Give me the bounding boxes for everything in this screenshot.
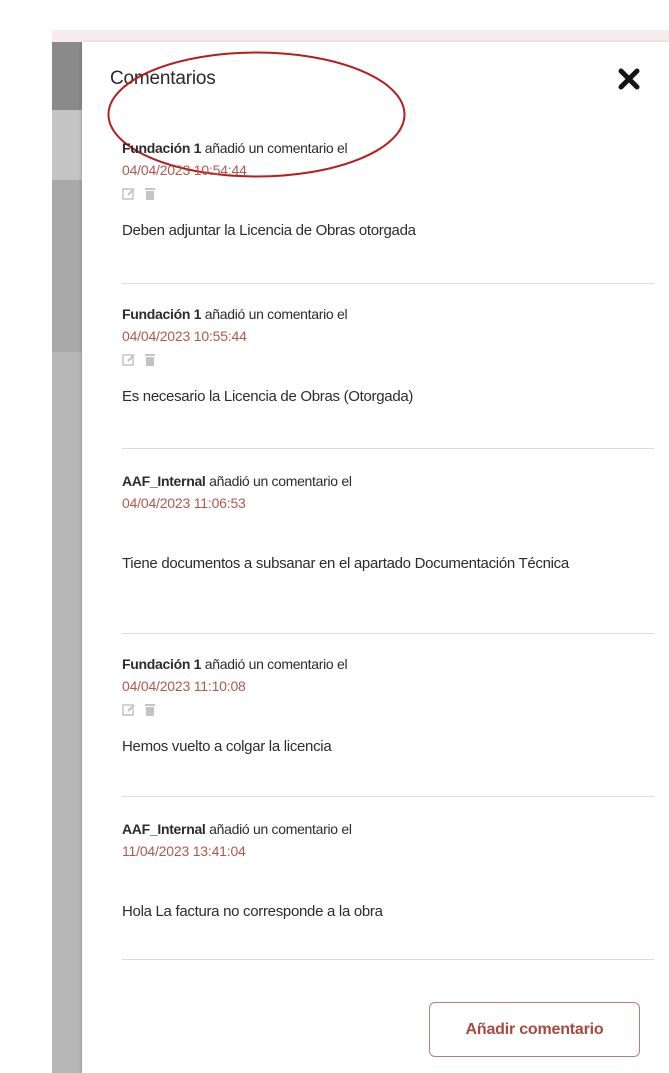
comment-text: Hola La factura no corresponde a la obra	[122, 903, 383, 920]
edit-icon[interactable]	[122, 187, 136, 200]
comment-author: Fundación 1	[122, 306, 202, 322]
comment-text: Deben adjuntar la Licencia de Obras otor…	[122, 222, 416, 239]
comment-item: AAF_Internal añadió un comentario el 11/…	[122, 797, 654, 960]
edit-icon[interactable]	[122, 703, 136, 716]
comment-actions	[122, 865, 654, 883]
comment-text: Tiene documentos a subsanar en el aparta…	[122, 555, 569, 572]
comment-list: Fundación 1 añadió un comentario el 04/0…	[122, 138, 654, 960]
close-x-icon	[618, 68, 640, 90]
panel-title: Comentarios	[110, 68, 216, 89]
comment-author: AAF_Internal	[122, 821, 206, 837]
comment-item: Fundación 1 añadió un comentario el 04/0…	[122, 634, 654, 797]
comment-author: Fundación 1	[122, 656, 202, 672]
comment-action-text: añadió un comentario el	[209, 473, 352, 489]
comment-item: Fundación 1 añadió un comentario el 04/0…	[122, 284, 654, 449]
comment-author: AAF_Internal	[122, 473, 206, 489]
comment-item: Fundación 1 añadió un comentario el 04/0…	[122, 138, 654, 284]
comment-header: Fundación 1 añadió un comentario el	[122, 138, 654, 158]
comment-author: Fundación 1	[122, 140, 202, 156]
comment-header: Fundación 1 añadió un comentario el	[122, 654, 654, 674]
comment-action-text: añadió un comentario el	[204, 656, 348, 672]
comment-header: Fundación 1 añadió un comentario el	[122, 304, 654, 324]
comment-item: AAF_Internal añadió un comentario el 04/…	[122, 449, 654, 634]
comment-date: 04/04/2023 11:06:53	[122, 495, 246, 511]
comment-text: Hemos vuelto a colgar la licencia	[122, 738, 332, 755]
trash-icon[interactable]	[144, 187, 156, 200]
comment-date: 04/04/2023 11:10:08	[122, 678, 246, 694]
comment-actions	[122, 350, 654, 368]
edit-icon[interactable]	[122, 353, 136, 366]
add-comment-button[interactable]: Añadir comentario	[429, 1002, 640, 1057]
comment-date: 04/04/2023 10:54:44	[122, 162, 247, 178]
page-top-strip	[0, 0, 669, 43]
comment-date: 04/04/2023 10:55:44	[122, 328, 247, 344]
trash-icon[interactable]	[144, 703, 156, 716]
comment-action-text: añadió un comentario el	[204, 306, 348, 322]
comment-action-text: añadió un comentario el	[209, 821, 352, 837]
comment-action-text: añadió un comentario el	[204, 140, 348, 156]
comment-date: 11/04/2023 13:41:04	[122, 843, 246, 859]
comment-header: AAF_Internal añadió un comentario el	[122, 471, 654, 491]
close-button[interactable]	[612, 62, 646, 96]
comment-actions	[122, 517, 654, 535]
comment-text: Es necesario la Licencia de Obras (Otorg…	[122, 388, 414, 405]
comments-panel: Comentarios Fundación 1 añadió un coment…	[82, 42, 669, 1073]
comment-header: AAF_Internal añadió un comentario el	[122, 819, 654, 839]
background-page-overlay	[52, 42, 82, 1073]
comment-actions	[122, 184, 654, 202]
trash-icon[interactable]	[144, 353, 156, 366]
comment-actions	[122, 700, 654, 718]
